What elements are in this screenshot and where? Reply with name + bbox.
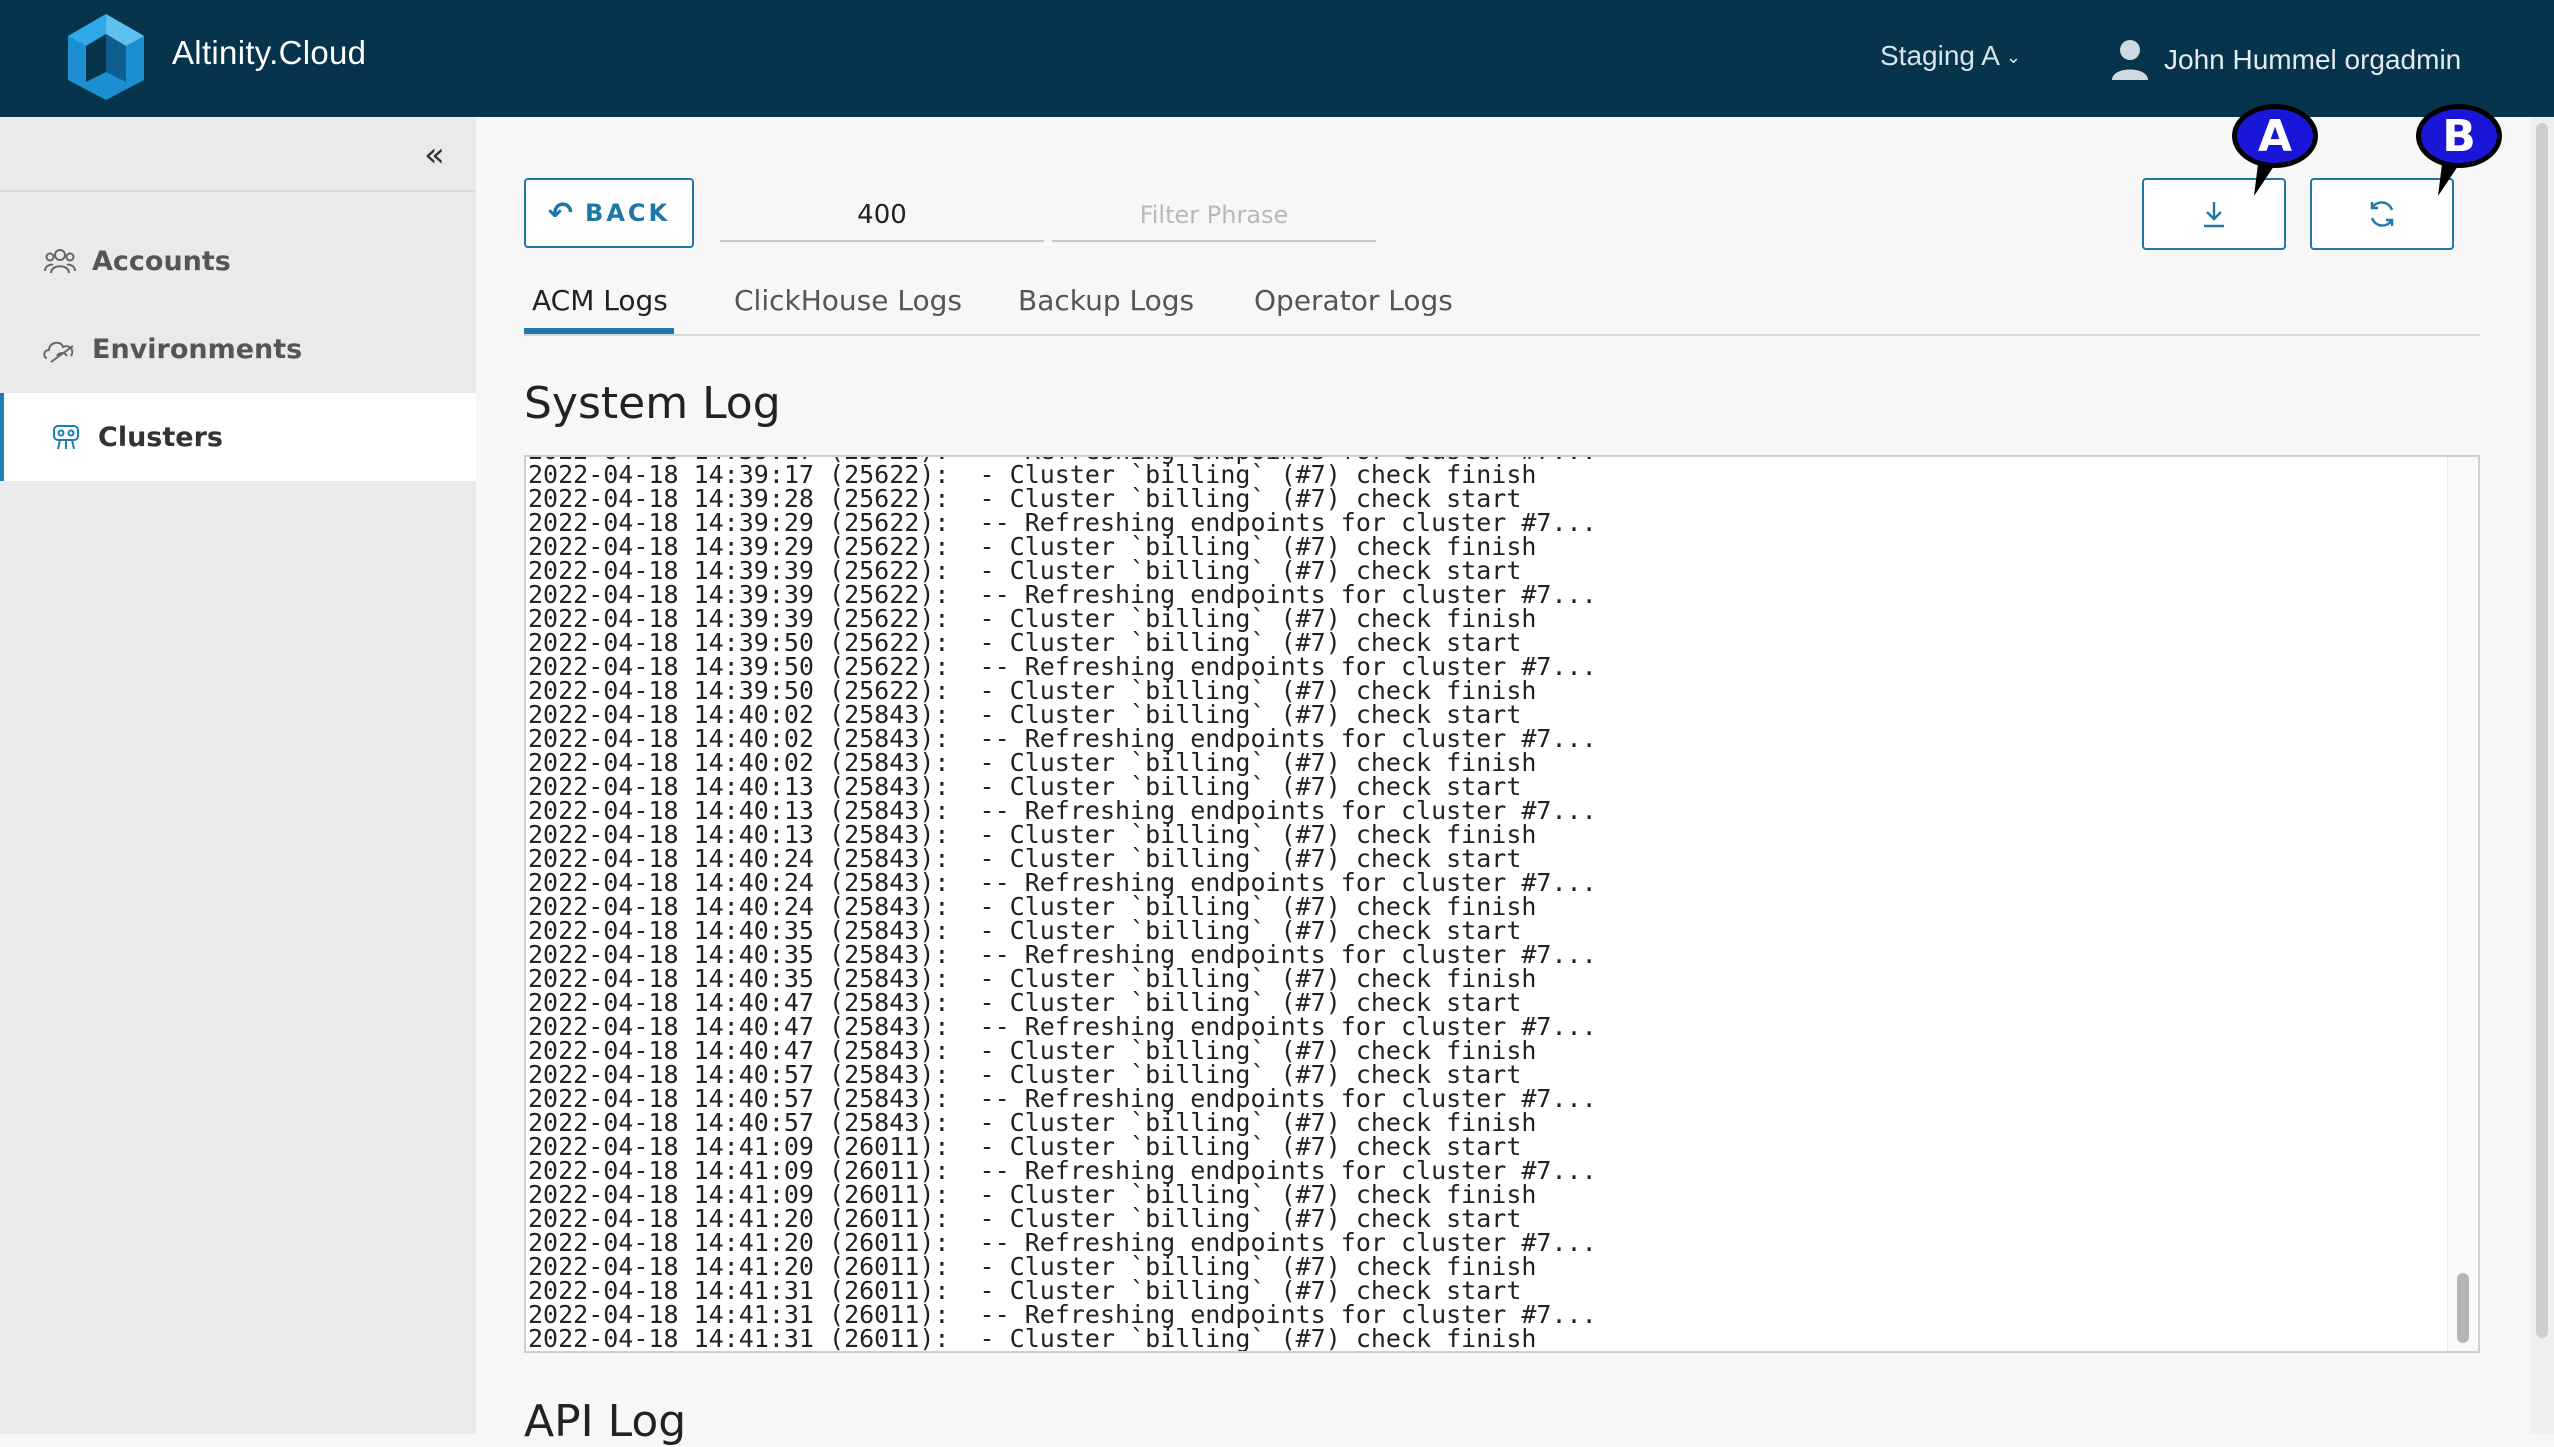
sidebar-item-clusters[interactable]: Clusters: [0, 393, 476, 481]
page-scrollbar-thumb[interactable]: [2536, 123, 2548, 1338]
filter-phrase-input[interactable]: [1052, 190, 1376, 242]
refresh-button[interactable]: [2310, 178, 2454, 250]
user-icon: [2112, 40, 2148, 80]
log-tabs: ACM Logs ClickHouse Logs Backup Logs Ope…: [524, 278, 2480, 336]
log-scrollbar-thumb[interactable]: [2457, 1273, 2469, 1343]
sidebar-item-environments[interactable]: Environments: [0, 305, 476, 393]
system-log-title: System Log: [524, 378, 781, 429]
tab-clickhouse-logs[interactable]: ClickHouse Logs: [734, 284, 962, 317]
active-tab-indicator: [524, 328, 674, 334]
user-menu[interactable]: John Hummel orgadmin: [2110, 38, 2461, 82]
system-log-textarea[interactable]: 2022-04-18 14:39:17 (25622): -- Refreshi…: [524, 455, 2480, 1353]
system-log-content: 2022-04-18 14:39:17 (25622): -- Refreshi…: [528, 457, 1597, 1353]
sidebar-item-label: Accounts: [92, 245, 231, 277]
environment-label: Staging A: [1880, 40, 2000, 71]
top-bar: Altinity.Cloud Staging A ⌄ John Hummel or…: [0, 0, 2554, 117]
back-arrow-icon: ↶: [547, 195, 574, 231]
user-name: John Hummel orgadmin: [2164, 44, 2462, 75]
accounts-icon: [42, 243, 78, 279]
tab-acm-logs[interactable]: ACM Logs: [532, 284, 668, 317]
sidebar: « Accounts Environments Clusters: [0, 117, 476, 1434]
tab-operator-logs[interactable]: Operator Logs: [1254, 284, 1453, 317]
sidebar-item-accounts[interactable]: Accounts: [0, 217, 476, 305]
tab-backup-logs[interactable]: Backup Logs: [1018, 284, 1194, 317]
back-button[interactable]: ↶ BACK: [524, 178, 694, 248]
brand-name[interactable]: Altinity.Cloud: [172, 34, 366, 72]
log-scrollbar[interactable]: [2447, 457, 2478, 1351]
callout-a-label: A: [2232, 104, 2318, 168]
api-log-title: API Log: [524, 1396, 687, 1447]
sidebar-divider: [0, 190, 476, 192]
chevron-down-icon: ⌄: [2005, 47, 2021, 68]
altinity-logo-icon[interactable]: [66, 12, 146, 102]
back-button-label: BACK: [585, 199, 671, 227]
callout-b: B: [2416, 104, 2504, 196]
callout-a: A: [2232, 104, 2320, 196]
download-icon: [2204, 202, 2224, 228]
sidebar-item-label: Environments: [92, 333, 303, 365]
page-scrollbar[interactable]: [2530, 117, 2554, 1434]
collapse-sidebar-icon[interactable]: «: [424, 135, 445, 175]
environments-icon: [42, 331, 78, 367]
sidebar-item-label: Clusters: [98, 421, 223, 453]
clusters-icon: [48, 419, 84, 455]
environment-selector[interactable]: Staging A ⌄: [1880, 40, 2021, 72]
callout-b-label: B: [2416, 104, 2502, 168]
refresh-icon: [2370, 201, 2394, 227]
log-lines-input[interactable]: [720, 190, 1044, 242]
